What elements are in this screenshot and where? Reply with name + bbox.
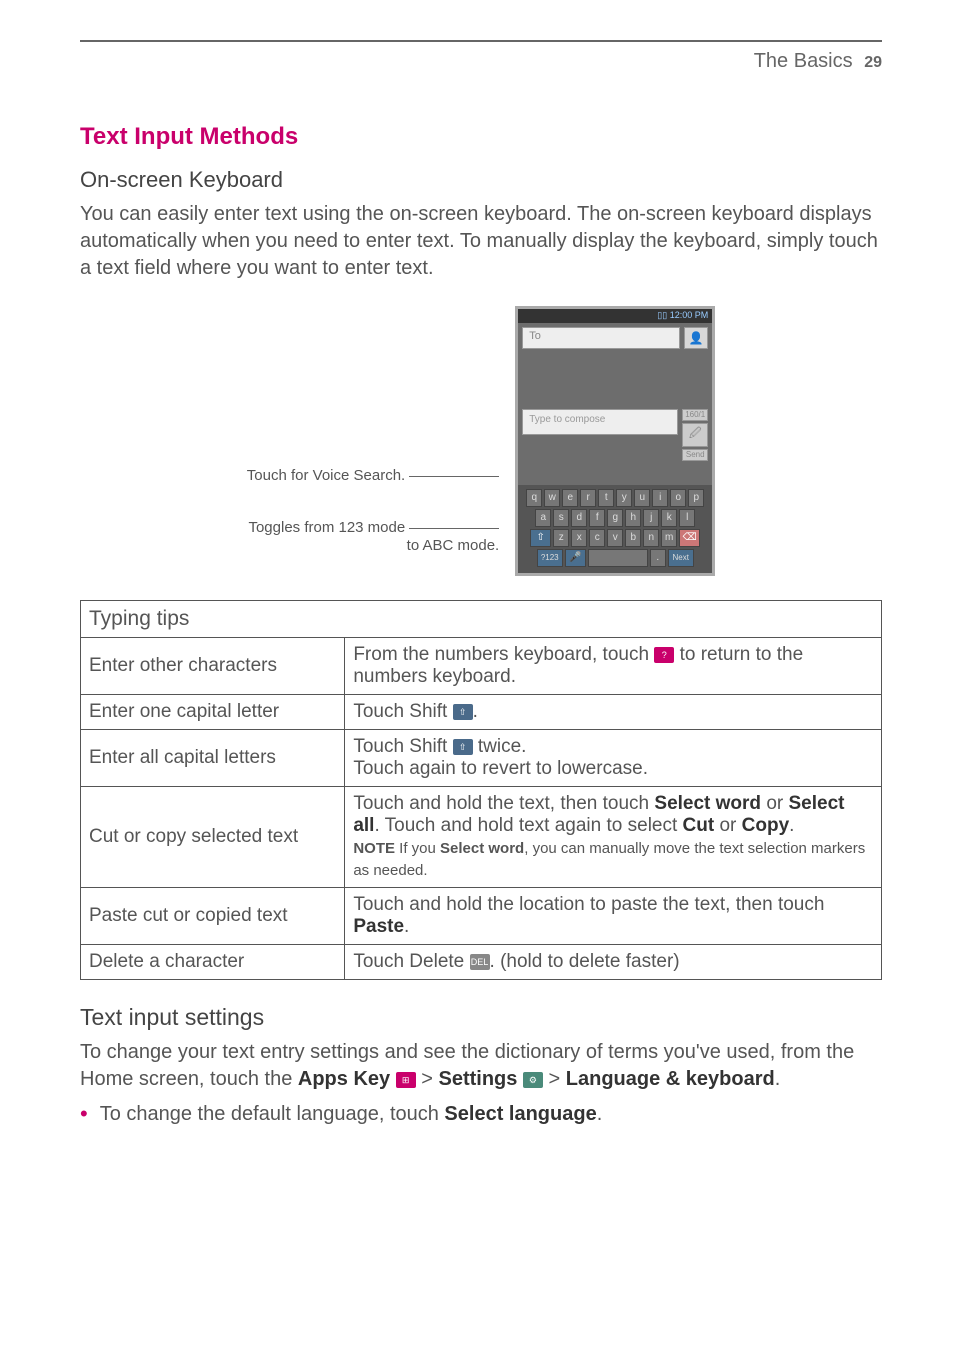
key-f[interactable]: f: [589, 509, 605, 527]
row-label: Delete a character: [81, 945, 345, 980]
key-d[interactable]: d: [571, 509, 587, 527]
contact-button[interactable]: 👤: [684, 327, 708, 349]
key-i[interactable]: i: [652, 489, 668, 507]
settings-icon: ⚙: [523, 1072, 543, 1088]
table-row: Enter one capital letter Touch Shift ⇧.: [81, 695, 882, 730]
key-n[interactable]: n: [643, 529, 659, 547]
key-q[interactable]: q: [526, 489, 542, 507]
key-v[interactable]: v: [607, 529, 623, 547]
key-shift[interactable]: ⇧: [530, 529, 551, 547]
keyboard: q w e r t y u i o p a s d f g h j k l: [518, 485, 712, 573]
table-row: Cut or copy selected text Touch and hold…: [81, 787, 882, 888]
row-label: Enter all capital letters: [81, 730, 345, 787]
to-input[interactable]: To: [522, 327, 680, 349]
key-b[interactable]: b: [625, 529, 641, 547]
key-t[interactable]: t: [598, 489, 614, 507]
key-backspace[interactable]: ⌫: [679, 529, 700, 547]
key-m[interactable]: m: [661, 529, 677, 547]
key-g[interactable]: g: [607, 509, 623, 527]
key-e[interactable]: e: [562, 489, 578, 507]
callout-voice: Touch for Voice Search.: [247, 467, 499, 485]
page-header: The Basics 29: [80, 50, 882, 73]
key-h[interactable]: h: [625, 509, 641, 527]
key-y[interactable]: y: [616, 489, 632, 507]
key-c[interactable]: c: [589, 529, 605, 547]
key-j[interactable]: j: [643, 509, 659, 527]
settings-body: To change your text entry settings and s…: [80, 1039, 882, 1093]
row-label: Cut or copy selected text: [81, 787, 345, 888]
callout-toggle: Toggles from 123 mode to ABC mode.: [248, 519, 499, 555]
bullet-item: • To change the default language, touch …: [80, 1103, 882, 1126]
table-row: Delete a character Touch Delete DEL. (ho…: [81, 945, 882, 980]
row-label: Paste cut or copied text: [81, 888, 345, 945]
key-mode[interactable]: ?123: [537, 549, 563, 567]
phone-mockup: ▯▯ 12:00 PM To 👤 Type to compose 160/1 🖉…: [515, 306, 715, 576]
key-w[interactable]: w: [544, 489, 560, 507]
send-button[interactable]: Send: [682, 449, 708, 461]
key-z[interactable]: z: [553, 529, 569, 547]
status-bar: ▯▯ 12:00 PM: [518, 309, 712, 323]
row-label: Enter other characters: [81, 638, 345, 695]
key-o[interactable]: o: [670, 489, 686, 507]
table-row: Enter other characters From the numbers …: [81, 638, 882, 695]
key-l[interactable]: l: [679, 509, 695, 527]
shift-icon: ⇧: [453, 704, 473, 720]
row-content: From the numbers keyboard, touch ?123 to…: [345, 638, 882, 695]
compose-input[interactable]: Type to compose: [522, 409, 678, 435]
signal-icon: ▯▯: [657, 310, 667, 320]
numbers-key-icon: ?123: [654, 647, 674, 663]
row-content: Touch Shift ⇧.: [345, 695, 882, 730]
status-time: 12:00 PM: [670, 310, 709, 320]
onscreen-keyboard-body: You can easily enter text using the on-s…: [80, 201, 882, 282]
delete-icon: DEL: [470, 954, 490, 970]
row-content: Touch Delete DEL. (hold to delete faster…: [345, 945, 882, 980]
key-next[interactable]: Next: [668, 549, 694, 567]
apps-key-icon: ⊞: [396, 1072, 416, 1088]
key-voice[interactable]: 🎤: [565, 549, 586, 567]
table-row: Enter all capital letters Touch Shift ⇧ …: [81, 730, 882, 787]
typing-tips-table: Typing tips Enter other characters From …: [80, 600, 882, 980]
figure-area: Touch for Voice Search. Toggles from 123…: [80, 306, 882, 576]
callouts: Touch for Voice Search. Toggles from 123…: [247, 311, 499, 571]
key-a[interactable]: a: [535, 509, 551, 527]
key-k[interactable]: k: [661, 509, 677, 527]
onscreen-keyboard-heading: On-screen Keyboard: [80, 167, 882, 193]
key-p[interactable]: p: [688, 489, 704, 507]
table-row: Paste cut or copied text Touch and hold …: [81, 888, 882, 945]
key-space[interactable]: [588, 549, 648, 567]
row-label: Enter one capital letter: [81, 695, 345, 730]
char-count: 160/1: [682, 409, 708, 421]
page-number: 29: [864, 54, 882, 71]
key-s[interactable]: s: [553, 509, 569, 527]
key-r[interactable]: r: [580, 489, 596, 507]
key-period[interactable]: .: [650, 549, 666, 567]
row-content: Touch and hold the text, then touch Sele…: [345, 787, 882, 888]
bullet-icon: •: [80, 1103, 88, 1126]
key-u[interactable]: u: [634, 489, 650, 507]
row-content: Touch and hold the location to paste the…: [345, 888, 882, 945]
table-header: Typing tips: [81, 601, 882, 638]
row-content: Touch Shift ⇧ twice. Touch again to reve…: [345, 730, 882, 787]
attach-button[interactable]: 🖉: [682, 423, 708, 447]
key-x[interactable]: x: [571, 529, 587, 547]
text-input-settings-heading: Text input settings: [80, 1004, 882, 1031]
note-label: NOTE: [353, 840, 395, 857]
shift-icon: ⇧: [453, 739, 473, 755]
header-title: The Basics: [754, 50, 853, 72]
section-title: Text Input Methods: [80, 123, 882, 151]
